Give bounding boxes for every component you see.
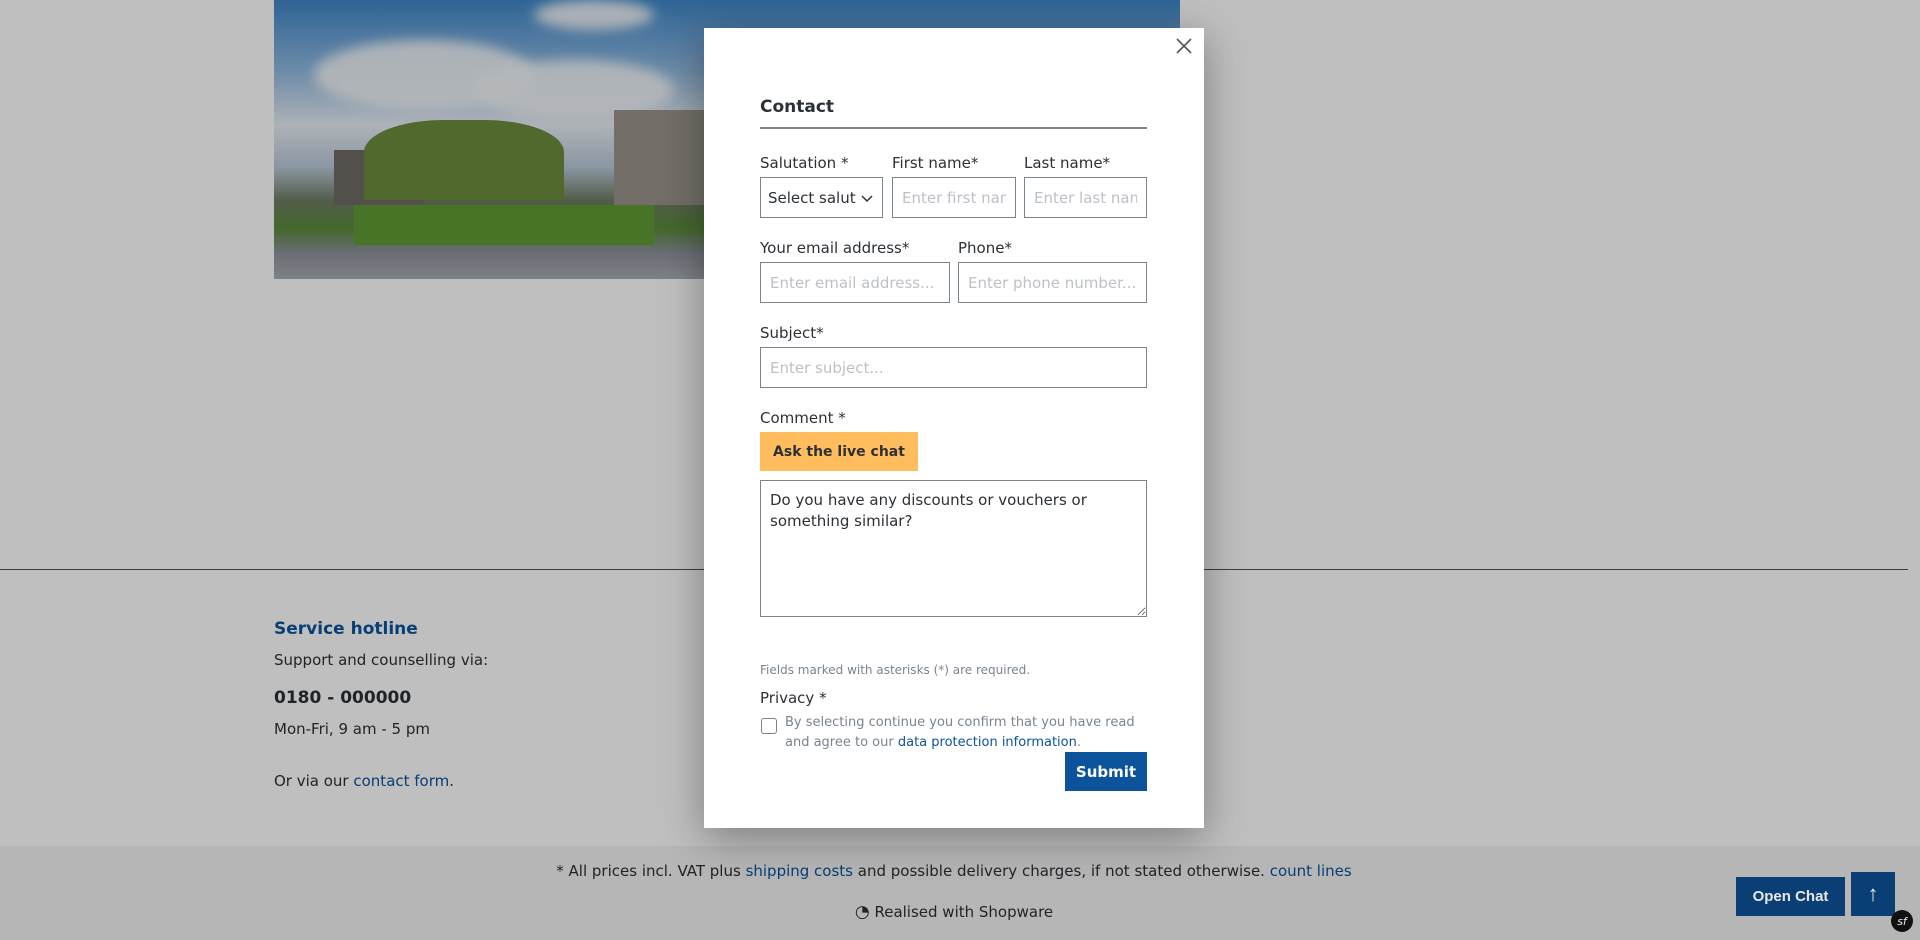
data-protection-link[interactable]: data protection information <box>898 735 1077 750</box>
salutation-value: Select salutation <box>768 188 856 207</box>
privacy-period: . <box>1076 734 1081 750</box>
phone-label: Phone* <box>958 239 1012 257</box>
title-divider <box>760 127 1147 129</box>
privacy-checkbox[interactable] <box>761 718 777 734</box>
modal-title: Contact <box>760 97 835 117</box>
last-name-input[interactable] <box>1024 177 1147 218</box>
scroll-to-top-button[interactable]: ↑ <box>1851 872 1895 916</box>
last-name-label: Last name* <box>1024 154 1111 172</box>
email-input[interactable] <box>760 262 950 303</box>
comment-label: Comment * <box>760 409 846 427</box>
first-name-label: First name* <box>892 154 979 172</box>
ask-live-chat-button[interactable]: Ask the live chat <box>760 432 918 471</box>
arrow-up-icon: ↑ <box>1867 881 1879 906</box>
privacy-label: Privacy * <box>760 689 827 707</box>
subject-input[interactable] <box>760 347 1147 388</box>
salutation-select[interactable]: Select salutation <box>760 177 883 218</box>
submit-button[interactable]: Submit <box>1065 752 1147 791</box>
open-chat-button[interactable]: Open Chat <box>1736 877 1845 916</box>
comment-textarea[interactable]: Do you have any discounts or vouchers or… <box>760 480 1147 617</box>
first-name-input[interactable] <box>892 177 1016 218</box>
email-label: Your email address* <box>760 239 910 257</box>
salutation-label: Salutation * <box>760 154 849 172</box>
privacy-text: By selecting continue you confirm that y… <box>785 713 1155 752</box>
close-icon <box>1176 38 1192 54</box>
contact-modal <box>704 28 1204 828</box>
symfony-toolbar-icon[interactable]: sf <box>1891 910 1913 932</box>
close-modal-button[interactable] <box>1172 34 1196 58</box>
chevron-down-icon <box>861 194 873 202</box>
required-fields-note: Fields marked with asterisks (*) are req… <box>760 663 1031 677</box>
subject-label: Subject* <box>760 324 824 342</box>
phone-input[interactable] <box>958 262 1147 303</box>
